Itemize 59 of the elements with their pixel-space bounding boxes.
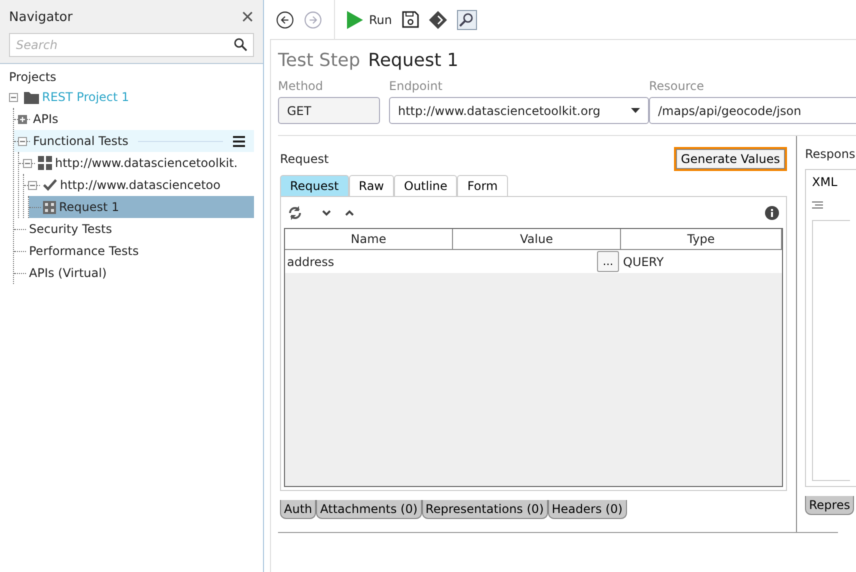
browse-button[interactable]: ... — [597, 251, 619, 272]
bottom-tab[interactable]: Auth — [280, 500, 316, 519]
endpoint-dropdown[interactable]: http://www.datasciencetoolkit.org — [389, 97, 649, 124]
search-icon — [234, 38, 247, 51]
folder-icon — [24, 90, 39, 104]
tab[interactable]: Raw — [348, 175, 394, 196]
field-label: Resource — [649, 79, 706, 93]
selected-tree-row[interactable]: Request 1 — [29, 196, 254, 218]
bottom-tab[interactable]: Repres — [805, 496, 854, 515]
step-title: Request 1 — [368, 50, 458, 71]
align-icon[interactable] — [812, 201, 823, 210]
section-heading: Respons — [805, 147, 856, 161]
tab[interactable]: XML — [812, 175, 850, 189]
tree-item[interactable]: APIs — [33, 112, 58, 126]
field-label: Endpoint — [389, 79, 444, 93]
request-icon — [43, 200, 56, 214]
dropdown-caret-icon — [631, 108, 640, 113]
search-field[interactable]: Search — [9, 33, 254, 57]
close-button[interactable]: × — [241, 7, 254, 27]
collapse-toggle[interactable] — [18, 136, 27, 146]
generate-values-button[interactable]: Generate Values — [674, 147, 787, 171]
back-button[interactable] — [276, 10, 294, 28]
tree-item[interactable]: APIs (Virtual) — [29, 266, 107, 280]
collapse-toggle[interactable] — [23, 158, 32, 168]
bottom-tab[interactable]: Representations (0) — [422, 500, 548, 519]
tree-item[interactable]: http://www.datasciencetoolkit. — [55, 156, 238, 170]
info-icon[interactable] — [765, 206, 779, 220]
highlighted-tree-row[interactable]: Functional Tests — [14, 130, 254, 152]
checkmark-icon — [43, 179, 57, 191]
diamond-icon[interactable] — [429, 10, 448, 28]
title-prefix: Test Step — [278, 50, 360, 71]
bottom-tab[interactable]: Headers (0) — [548, 500, 627, 519]
collapse-toggle[interactable] — [28, 180, 37, 190]
input-field[interactable]: /maps/api/geocode/json — [649, 97, 856, 124]
tab[interactable]: Outline — [394, 175, 458, 196]
refresh-icon[interactable] — [288, 206, 302, 220]
field-label: Method — [278, 79, 324, 93]
expand-toggle[interactable] — [18, 114, 27, 124]
section-heading: Request — [280, 152, 329, 166]
tab[interactable]: Form — [457, 175, 508, 196]
save-icon[interactable] — [402, 11, 420, 28]
panel-title: Navigator — [9, 10, 73, 24]
grid-icon — [38, 156, 52, 170]
bottom-tab[interactable]: Attachments (0) — [316, 500, 422, 519]
move-down-icon[interactable] — [322, 210, 331, 216]
collapse-toggle[interactable] — [9, 92, 18, 102]
run-button[interactable]: Run — [347, 10, 392, 28]
tree-item[interactable]: Security Tests — [29, 222, 112, 236]
move-up-icon[interactable] — [345, 210, 354, 216]
section-heading: Projects — [8, 69, 58, 86]
tree-item[interactable]: Functional Tests — [33, 134, 128, 148]
play-icon — [347, 10, 363, 28]
menu-icon[interactable] — [233, 136, 245, 146]
tree-item[interactable]: Request 1 — [59, 200, 120, 214]
tree-item[interactable]: Performance Tests — [29, 244, 139, 258]
search-settings-icon[interactable] — [457, 10, 478, 30]
tree-item[interactable]: http://www.datasciencetoo — [60, 178, 220, 192]
input-field[interactable]: GET — [278, 97, 380, 124]
tab[interactable]: Request — [280, 175, 349, 196]
